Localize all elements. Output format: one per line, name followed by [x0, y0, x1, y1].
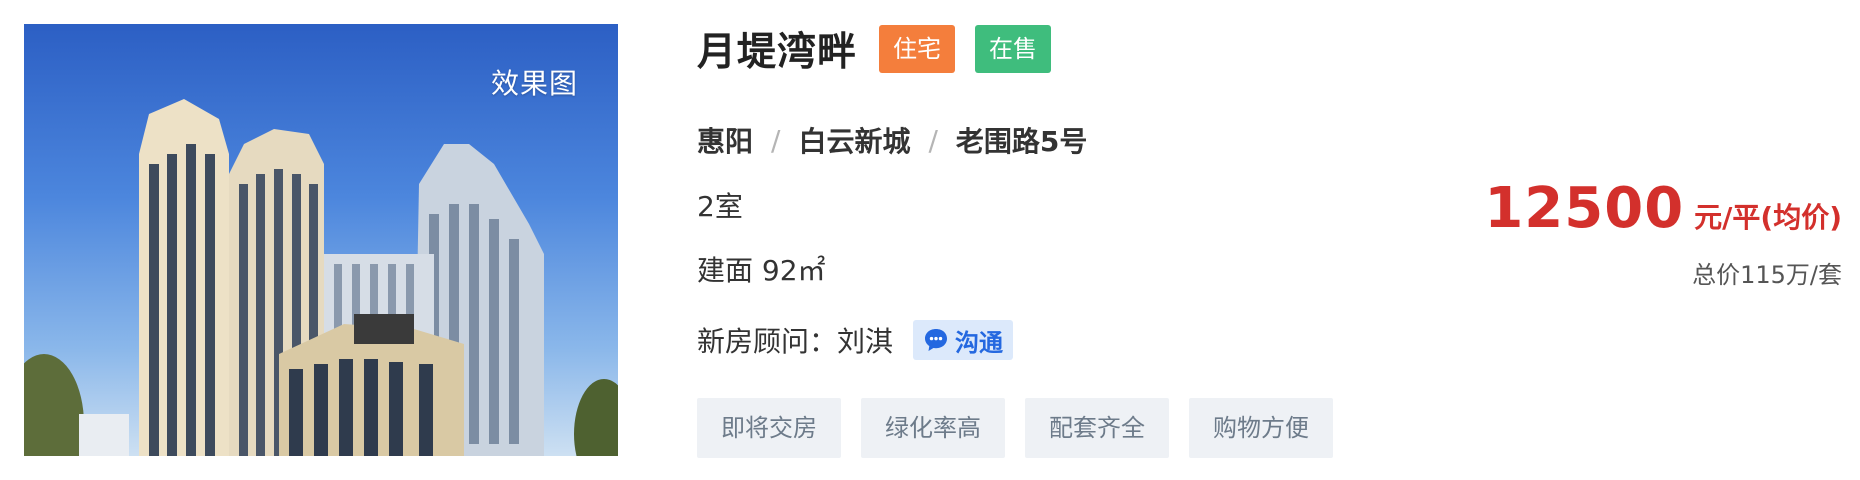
advisor-name: 刘淇	[837, 325, 894, 358]
feature-tag: 购物方便	[1189, 398, 1333, 458]
total-price: 总价115万/套	[1692, 261, 1842, 289]
chat-button[interactable]: 沟通	[913, 320, 1014, 360]
building-area: 建面 92㎡	[697, 254, 826, 287]
price-unit: 元/平(均价)	[1694, 201, 1842, 234]
average-price: 12500 元/平(均价)	[1484, 176, 1842, 241]
price-value: 12500	[1484, 176, 1685, 241]
sale-status-tag: 在售	[975, 25, 1052, 73]
location-breadcrumb: 惠阳 / 白云新城 / 老围路5号	[697, 120, 1087, 160]
feature-tags: 即将交房 绿化率高 配套齐全 购物方便	[697, 398, 1353, 458]
breadcrumb-separator: /	[928, 123, 938, 157]
location-area: 白云新城	[798, 125, 911, 158]
property-photo[interactable]: 效果图	[24, 24, 618, 456]
chat-bubble-icon	[925, 329, 948, 351]
advisor-row: 新房顾问： 刘淇 沟通	[697, 320, 1014, 360]
property-type-tag: 住宅	[879, 25, 956, 73]
listing-card[interactable]: 效果图 月堤湾畔 住宅 在售 惠阳 / 白云新城 / 老围路5号 2室 建面 9…	[0, 0, 1860, 480]
price-block: 12500 元/平(均价) 总价115万/套	[1484, 176, 1842, 290]
feature-tag: 配套齐全	[1025, 398, 1169, 458]
location-address: 老围路5号	[955, 125, 1088, 158]
feature-tag: 绿化率高	[861, 398, 1005, 458]
property-title[interactable]: 月堤湾畔	[697, 21, 857, 77]
title-row: 月堤湾畔 住宅 在售	[697, 21, 1071, 77]
breadcrumb-separator: /	[771, 123, 781, 157]
advisor-label: 新房顾问：	[697, 325, 838, 358]
rendering-badge: 效果图	[490, 67, 578, 100]
feature-tag: 即将交房	[697, 398, 841, 458]
room-count: 2室	[697, 190, 743, 223]
chat-button-label: 沟通	[955, 328, 1004, 357]
location-district: 惠阳	[697, 125, 754, 158]
